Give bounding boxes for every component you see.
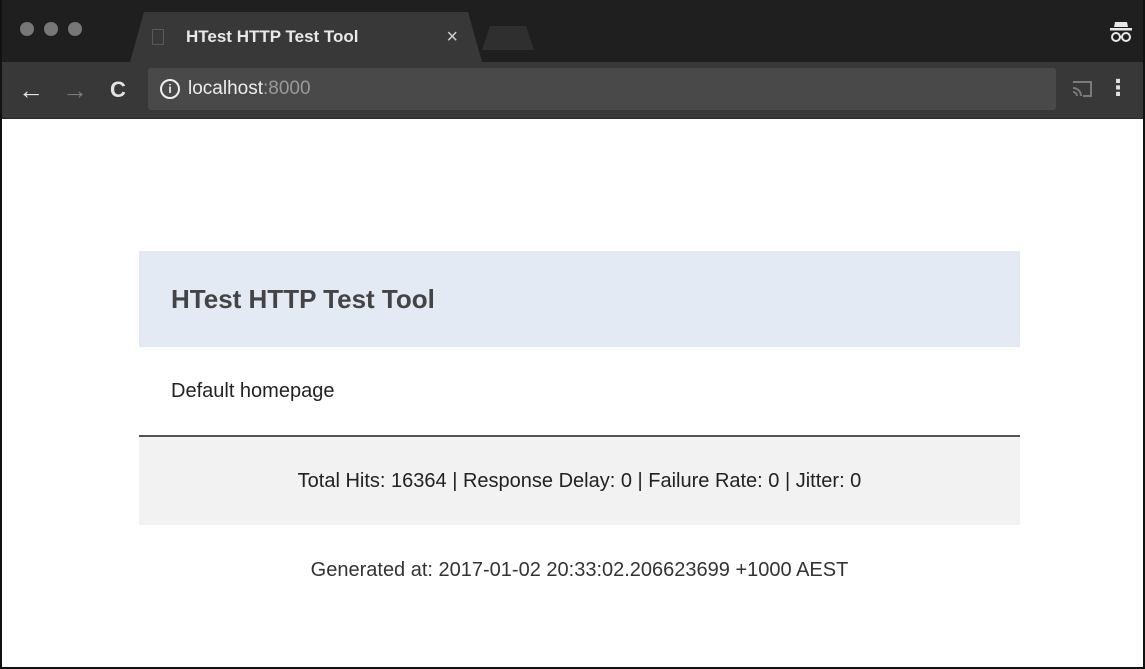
new-tab-button[interactable]: [482, 26, 534, 50]
url-host: localhost: [188, 78, 263, 99]
maximize-window-button[interactable]: [68, 22, 82, 36]
generated-footer: Generated at: 2017-01-02 20:33:02.206623…: [139, 525, 1020, 615]
cast-icon[interactable]: [1071, 80, 1093, 98]
menu-icon[interactable]: ⋮: [1107, 76, 1129, 100]
tab-title: HTest HTTP Test Tool: [186, 27, 359, 46]
panel-body: Default homepage: [139, 347, 1020, 437]
main-panel: HTest HTTP Test Tool Default homepage To…: [139, 251, 1020, 615]
minimize-window-button[interactable]: [44, 22, 58, 36]
generated-text: Generated at: 2017-01-02 20:33:02.206623…: [310, 558, 849, 581]
page-content: HTest HTTP Test Tool Default homepage To…: [2, 119, 1143, 667]
browser-window: HTest HTTP Test Tool × ← → C i localhost…: [0, 0, 1145, 669]
tab-htest[interactable]: HTest HTTP Test Tool ×: [130, 12, 482, 62]
stats-bar: Total Hits: 16364 | Response Delay: 0 | …: [139, 437, 1020, 525]
reload-icon[interactable]: C: [110, 76, 126, 104]
page-icon: [152, 29, 164, 45]
close-icon[interactable]: ×: [446, 26, 458, 49]
back-arrow-icon[interactable]: ←: [18, 76, 44, 104]
title-bar: HTest HTTP Test Tool ×: [2, 0, 1143, 62]
close-window-button[interactable]: [20, 22, 34, 36]
info-icon[interactable]: i: [160, 79, 180, 99]
body-text: Default homepage: [171, 379, 335, 402]
browser-toolbar: ← → C i localhost :8000 ⋮: [2, 62, 1143, 119]
stats-text: Total Hits: 16364 | Response Delay: 0 | …: [297, 469, 862, 492]
address-bar[interactable]: i localhost :8000: [148, 68, 1056, 110]
forward-arrow-icon[interactable]: →: [62, 76, 88, 104]
panel-header: HTest HTTP Test Tool: [139, 251, 1020, 347]
incognito-icon: [1109, 16, 1133, 44]
url-port: :8000: [263, 78, 311, 99]
page-title: HTest HTTP Test Tool: [171, 283, 435, 314]
